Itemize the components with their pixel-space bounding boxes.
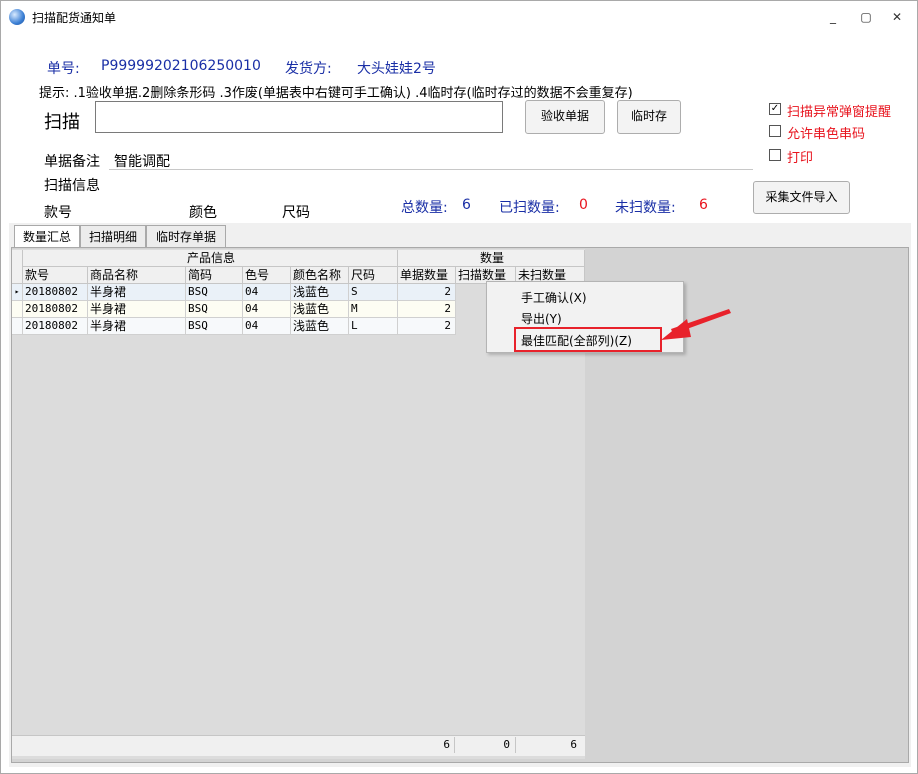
cell-color-code[interactable]: 04 — [243, 301, 291, 318]
remark-label: 单据备注 — [44, 154, 100, 170]
cell-doc-qty[interactable]: 2 — [398, 301, 456, 318]
remark-value[interactable]: 智能调配 — [114, 151, 170, 171]
window-title: 扫描配货通知单 — [32, 11, 117, 25]
close-button[interactable]: ✕ — [887, 9, 907, 25]
column-header-doc-qty[interactable]: 单据数量 — [398, 267, 456, 284]
popup-alert-label: 扫描异常弹窗提醒 — [787, 105, 892, 120]
minimize-button[interactable]: _ — [823, 9, 843, 25]
cell-name[interactable]: 半身裙 — [88, 284, 186, 301]
cell-doc-qty[interactable]: 2 — [398, 318, 456, 335]
popup-alert-checkbox[interactable]: ✓ — [769, 103, 781, 115]
scanned-qty-label: 已扫数量: — [499, 200, 560, 216]
scan-label: 扫描 — [44, 112, 80, 133]
row-pointer-icon: ▸ — [12, 284, 23, 301]
cell-size[interactable]: L — [349, 318, 398, 335]
remark-underline — [109, 169, 753, 170]
tab-temp-docs[interactable]: 临时存单据 — [146, 225, 226, 248]
cell-name[interactable]: 半身裙 — [88, 318, 186, 335]
print-checkbox[interactable] — [769, 149, 781, 161]
menu-item-export[interactable]: 导出(Y) — [521, 310, 562, 327]
cell-short-code[interactable]: BSQ — [186, 318, 243, 335]
group-header-product: 产品信息 — [23, 250, 398, 267]
column-header-color-code[interactable]: 色号 — [243, 267, 291, 284]
main-window: 扫描配货通知单 _ ▢ ✕ 单号: P99999202106250010 发货方… — [0, 0, 918, 774]
annotation-arrow-icon — [661, 309, 731, 340]
cell-size[interactable]: S — [349, 284, 398, 301]
total-unscanned-qty: 6 — [570, 738, 577, 751]
order-number-value: P99999202106250010 — [101, 58, 261, 74]
scan-info-label: 扫描信息 — [44, 178, 100, 194]
row-indicator — [12, 301, 23, 318]
import-file-button[interactable]: 采集文件导入 — [753, 181, 850, 214]
tab-qty-summary[interactable]: 数量汇总 — [14, 225, 80, 249]
cell-size[interactable]: M — [349, 301, 398, 318]
column-header-name[interactable]: 商品名称 — [88, 267, 186, 284]
total-qty-value: 6 — [462, 197, 471, 213]
hint-text: 提示: .1验收单据.2删除条形码 .3作废(单据表中右键可手工确认) .4临时… — [39, 86, 633, 101]
cell-style[interactable]: 20180802 — [23, 318, 88, 335]
temp-save-button[interactable]: 临时存 — [617, 100, 681, 134]
menu-item-manual-confirm[interactable]: 手工确认(X) — [521, 289, 587, 306]
cell-color-name[interactable]: 浅蓝色 — [291, 301, 349, 318]
cell-color-name[interactable]: 浅蓝色 — [291, 318, 349, 335]
scan-input[interactable] — [95, 101, 503, 133]
total-doc-qty: 6 — [443, 738, 450, 751]
cell-color-code[interactable]: 04 — [243, 318, 291, 335]
cell-color-name[interactable]: 浅蓝色 — [291, 284, 349, 301]
column-header-color-name[interactable]: 颜色名称 — [291, 267, 349, 284]
unscanned-qty-label: 未扫数量: — [615, 200, 676, 216]
group-header-qty: 数量 — [398, 250, 585, 267]
style-number-label: 款号 — [44, 205, 72, 221]
maximize-button[interactable]: ▢ — [856, 9, 876, 25]
cell-short-code[interactable]: BSQ — [186, 301, 243, 318]
color-label: 颜色 — [189, 205, 217, 221]
print-label: 打印 — [787, 151, 814, 166]
footer-divider — [454, 737, 455, 753]
cell-short-code[interactable]: BSQ — [186, 284, 243, 301]
column-header-size[interactable]: 尺码 — [349, 267, 398, 284]
cell-color-code[interactable]: 04 — [243, 284, 291, 301]
cell-style[interactable]: 20180802 — [23, 301, 88, 318]
title-bar: 扫描配货通知单 _ ▢ ✕ — [1, 1, 917, 33]
shipper-label: 发货方: — [285, 61, 332, 77]
app-globe-icon — [9, 9, 25, 25]
unscanned-qty-value: 6 — [699, 197, 708, 213]
tab-scan-detail[interactable]: 扫描明细 — [80, 225, 146, 248]
column-header-short-code[interactable]: 简码 — [186, 267, 243, 284]
row-indicator — [12, 318, 23, 335]
scanned-qty-value: 0 — [579, 197, 588, 213]
shipper-value: 大头娃娃2号 — [357, 61, 436, 77]
accept-document-button[interactable]: 验收单据 — [525, 100, 605, 134]
order-number-label: 单号: — [47, 61, 80, 77]
row-indicator-header — [12, 250, 23, 284]
size-label: 尺码 — [282, 205, 310, 221]
allow-color-mix-label: 允许串色串码 — [787, 127, 866, 142]
cell-name[interactable]: 半身裙 — [88, 301, 186, 318]
total-qty-label: 总数量: — [401, 200, 448, 216]
total-scanned-qty: 0 — [503, 738, 510, 751]
column-header-style[interactable]: 款号 — [23, 267, 88, 284]
cell-doc-qty[interactable]: 2 — [398, 284, 456, 301]
allow-color-mix-checkbox[interactable] — [769, 125, 781, 137]
cell-style[interactable]: 20180802 — [23, 284, 88, 301]
